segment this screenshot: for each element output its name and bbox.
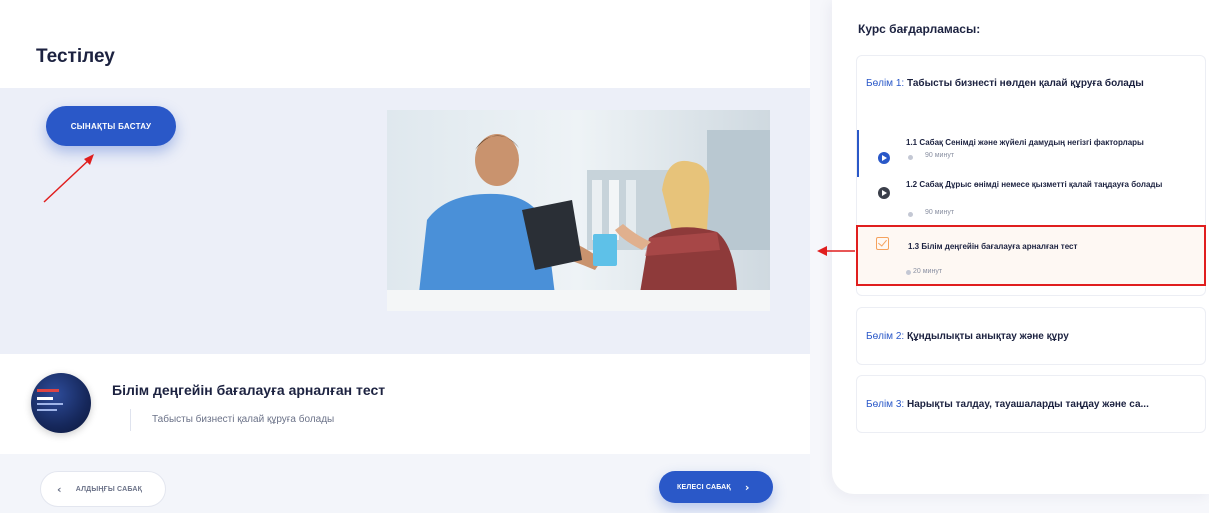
lesson-1-2-duration: 90 минут	[925, 209, 955, 216]
previous-lesson-button[interactable]: ‹ АЛДЫҢҒЫ САБАҚ	[40, 471, 166, 507]
section-1-header[interactable]: Бөлім 1: Табысты бизнесті нөлден қалай қ…	[866, 78, 1144, 89]
course-program-title: Курс бағдарламасы:	[858, 22, 981, 36]
lesson-1-1-title: 1.1 Сабақ Сенімді және жүйелі дамудың не…	[906, 138, 1144, 147]
lesson-title: Білім деңгейін бағалауға арналған тест	[112, 382, 386, 398]
previous-lesson-label: АЛДЫҢҒЫ САБАҚ	[75, 485, 143, 493]
start-test-button[interactable]: СЫНАҚТЫ БАСТАУ	[46, 106, 176, 146]
section-1-name: Табысты бизнесті нөлден қалай құруға бол…	[906, 78, 1144, 89]
section-1-part: Бөлім 1:	[866, 78, 905, 89]
lesson-course-name: Табысты бизнесті қалай құруға болады	[152, 414, 335, 425]
test-check-icon	[876, 237, 889, 250]
clock-icon	[908, 212, 913, 217]
section-2-header[interactable]: Бөлім 2: Құндылықты анықтау және құру	[866, 331, 1069, 342]
next-lesson-label: КЕЛЕСІ САБАҚ	[677, 483, 731, 491]
lesson-image	[387, 110, 770, 311]
section-2-name: Құндылықты анықтау және құру	[906, 331, 1069, 342]
section-2-part: Бөлім 2:	[866, 331, 905, 342]
lesson-1-3-title: 1.3 Білім деңгейін бағалауға арналған те…	[908, 242, 1078, 251]
content-header	[0, 0, 810, 88]
course-avatar	[31, 373, 91, 433]
chevron-left-icon: ‹	[57, 482, 62, 496]
lesson-item-1-3[interactable]	[856, 225, 1206, 286]
lesson-1-3-duration: 20 минут	[913, 268, 943, 275]
section-3-header[interactable]: Бөлім 3: Нарықты талдау, тауашаларды таң…	[866, 399, 1149, 410]
chevron-right-icon: ›	[744, 480, 750, 494]
play-icon	[878, 187, 890, 199]
annotation-arrow	[43, 154, 94, 203]
section-3-part: Бөлім 3:	[866, 399, 905, 410]
play-icon	[878, 152, 890, 164]
page-title: Тестілеу	[36, 46, 115, 67]
lesson-1-1-duration: 90 минут	[925, 152, 955, 159]
lesson-info-bar	[0, 354, 810, 454]
annotation-arrow-left	[817, 246, 855, 256]
clock-icon	[906, 270, 911, 275]
section-3-name: Нарықты талдау, тауашаларды таңдау және …	[906, 399, 1149, 410]
divider	[130, 409, 131, 431]
next-lesson-button[interactable]: КЕЛЕСІ САБАҚ ›	[659, 471, 773, 503]
clock-icon	[908, 155, 913, 160]
lesson-1-2-title: 1.2 Сабақ Дұрыс өнімді немесе қызметті қ…	[906, 180, 1163, 189]
